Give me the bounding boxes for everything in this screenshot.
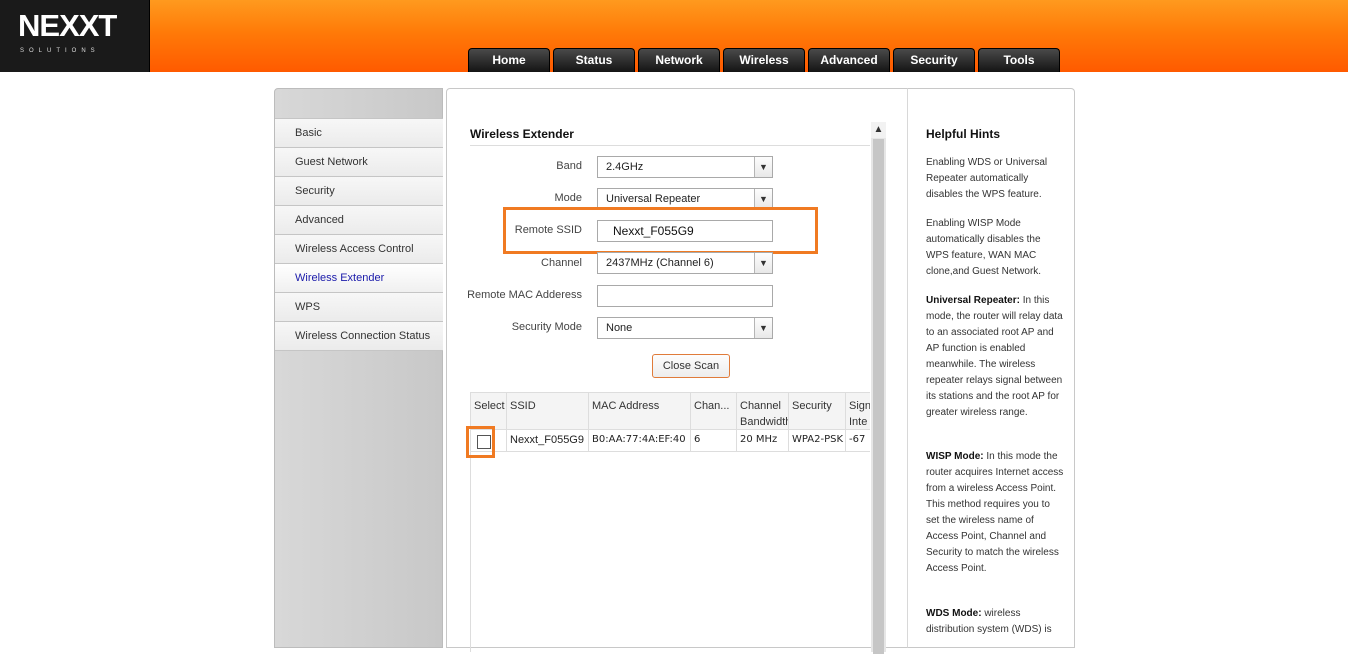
chevron-down-icon[interactable]: ▼	[754, 253, 772, 273]
hint-wds-mode: WDS Mode: wireless distribution system (…	[926, 606, 1066, 638]
chevron-down-icon[interactable]: ▼	[754, 157, 772, 177]
close-scan-button[interactable]: Close Scan	[652, 354, 730, 378]
sidebar-item-security[interactable]: Security	[275, 176, 443, 205]
sidebar-item-guest-network[interactable]: Guest Network	[275, 147, 443, 176]
band-select[interactable]: 2.4GHz ▼	[597, 156, 773, 178]
hint-wisp-mode-text: In this mode the router acquires Interne…	[926, 451, 1064, 574]
hint-wds-mode-title: WDS Mode:	[926, 608, 982, 619]
page-title: Wireless Extender	[470, 127, 574, 141]
channel-label: Channel	[541, 257, 582, 269]
tab-status[interactable]: Status	[553, 48, 635, 72]
col-mac-address: MAC Address	[589, 393, 691, 430]
hints-title: Helpful Hints	[926, 127, 1000, 141]
header-bar: NEXXT SOLUTIONS Home Status Network Wire…	[0, 0, 1348, 72]
col-channel-bandwidth: Channel Bandwidth	[737, 393, 789, 430]
channel-value: 2437MHz (Channel 6)	[606, 257, 714, 269]
remote-ssid-input[interactable]: Nexxt_F055G9	[597, 220, 773, 242]
row-channel: 6	[691, 430, 737, 452]
sidebar-item-basic[interactable]: Basic	[275, 118, 443, 147]
security-mode-value: None	[606, 322, 633, 334]
sidebar-item-wireless-access-control[interactable]: Wireless Access Control	[275, 234, 443, 263]
col-signal: Sign Inte	[846, 393, 870, 430]
row-ssid: Nexxt_F055G9	[507, 430, 589, 452]
col-security: Security	[789, 393, 846, 430]
tab-advanced[interactable]: Advanced	[808, 48, 890, 72]
main-panel: Wireless Extender ▲ Band 2.4GHz ▼ Mode U…	[446, 88, 908, 654]
security-mode-label: Security Mode	[511, 321, 582, 333]
scroll-up-icon[interactable]: ▲	[871, 122, 886, 138]
tab-security[interactable]: Security	[893, 48, 975, 72]
col-select: Select	[471, 393, 507, 430]
chevron-down-icon[interactable]: ▼	[754, 318, 772, 338]
remote-ssid-label: Remote SSID	[514, 224, 582, 236]
logo: NEXXT SOLUTIONS	[0, 0, 150, 72]
title-divider	[470, 145, 870, 146]
mode-label: Mode	[554, 192, 582, 204]
logo-text: NEXXT	[18, 8, 117, 43]
sidebar-item-wps[interactable]: WPS	[275, 292, 443, 321]
row-signal: -67	[846, 430, 870, 452]
chevron-down-icon[interactable]: ▼	[754, 189, 772, 209]
scan-table: Select SSID MAC Address Chan... Channel …	[470, 392, 870, 652]
band-value: 2.4GHz	[606, 161, 644, 173]
sidebar-item-wireless-connection-status[interactable]: Wireless Connection Status	[275, 321, 443, 351]
sidebar-item-wireless-extender[interactable]: Wireless Extender	[275, 263, 443, 292]
row-bandwidth: 20 MHz	[737, 430, 789, 452]
mode-value: Universal Repeater	[606, 193, 701, 205]
tab-network[interactable]: Network	[638, 48, 720, 72]
hints-panel: Helpful Hints Enabling WDS or Universal …	[907, 88, 1075, 648]
checkbox-highlight	[466, 426, 495, 458]
remote-mac-input[interactable]	[597, 285, 773, 307]
scrollbar[interactable]: ▲	[871, 122, 886, 654]
main-tabs: Home Status Network Wireless Advanced Se…	[468, 48, 1060, 72]
hint-wisp: Enabling WISP Mode automatically disable…	[926, 218, 1042, 277]
col-ssid: SSID	[507, 393, 589, 430]
hint-wisp-mode: WISP Mode: In this mode the router acqui…	[926, 449, 1066, 577]
logo-subtext: SOLUTIONS	[20, 48, 100, 54]
col-channel: Chan...	[691, 393, 737, 430]
tab-wireless[interactable]: Wireless	[723, 48, 805, 72]
row-mac: B0:AA:77:4A:EF:40	[589, 430, 691, 452]
sidebar: Basic Guest Network Security Advanced Wi…	[274, 88, 443, 648]
sidebar-item-advanced[interactable]: Advanced	[275, 205, 443, 234]
hint-universal-repeater-title: Universal Repeater:	[926, 295, 1020, 306]
tab-home[interactable]: Home	[468, 48, 550, 72]
row-security: WPA2-PSK	[789, 430, 846, 452]
hint-wisp-mode-title: WISP Mode:	[926, 451, 984, 462]
hint-wds-universal: Enabling WDS or Universal Repeater autom…	[926, 157, 1048, 200]
hint-universal-repeater-text: In this mode, the router will relay data…	[926, 295, 1063, 418]
security-mode-select[interactable]: None ▼	[597, 317, 773, 339]
tab-tools[interactable]: Tools	[978, 48, 1060, 72]
hint-universal-repeater: Universal Repeater: In this mode, the ro…	[926, 293, 1066, 421]
band-label: Band	[556, 160, 582, 172]
scroll-thumb[interactable]	[873, 139, 884, 654]
remote-mac-label: Remote MAC Adderess	[467, 289, 582, 301]
channel-select[interactable]: 2437MHz (Channel 6) ▼	[597, 252, 773, 274]
